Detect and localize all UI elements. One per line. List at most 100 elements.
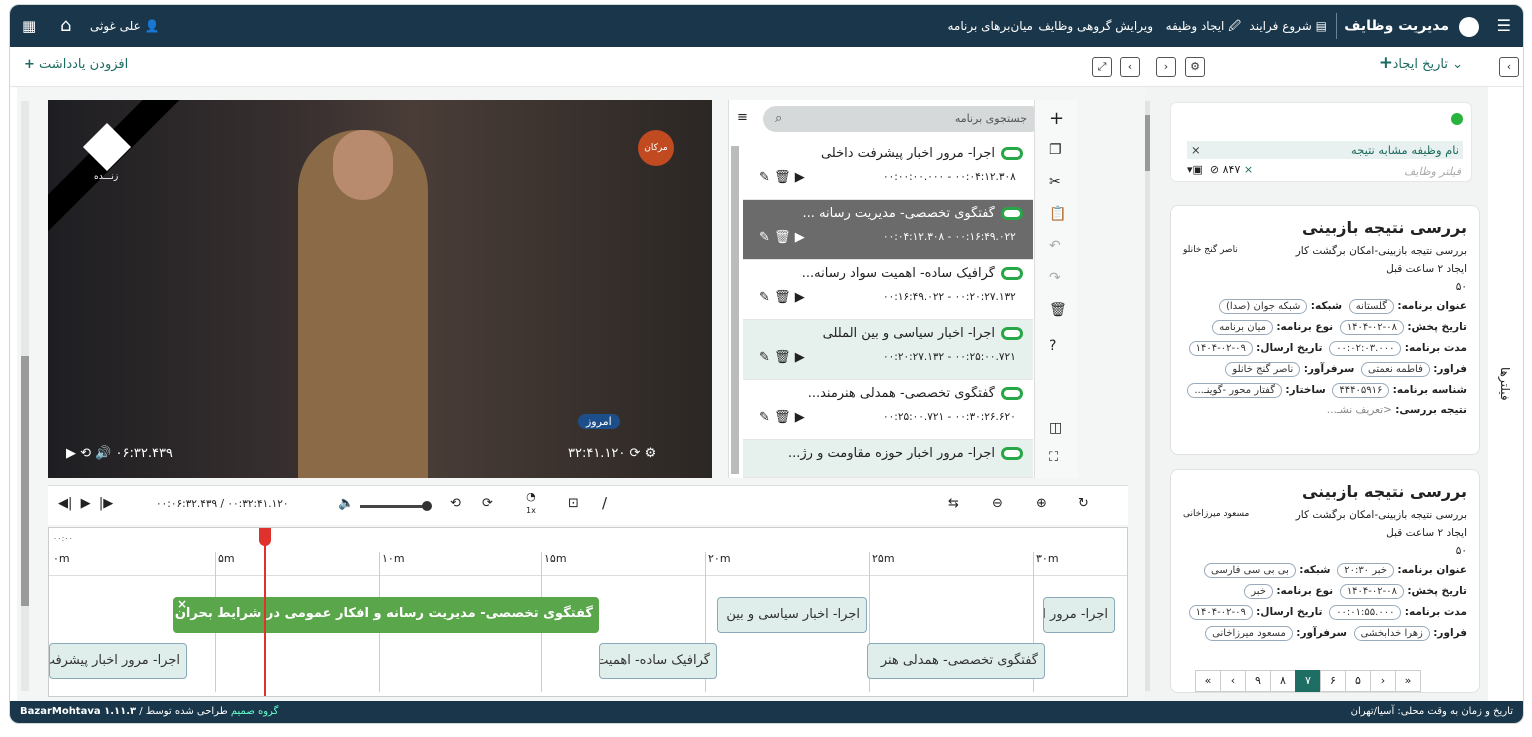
sort-dropdown[interactable]: ⌄ تاریخ ایجاد	[1393, 57, 1463, 72]
play-icon[interactable]: ▶	[795, 290, 805, 305]
page-prev[interactable]: ‹	[1220, 670, 1246, 692]
edit-icon[interactable]: ✎	[759, 350, 770, 365]
refresh-icon[interactable]: ↻	[1078, 496, 1089, 511]
edit-icon[interactable]: ✎	[759, 410, 770, 425]
timeline-segment[interactable]: گرافیک ساده- اهمیت	[599, 643, 717, 679]
timeline-segment[interactable]: گفتگوی تخصصی- همدلی هنر	[867, 643, 1045, 679]
trash-icon[interactable]: 🗑	[774, 290, 791, 305]
edit-icon[interactable]: ✎	[759, 230, 770, 245]
rewind-10-icon[interactable]: ⟲	[80, 446, 91, 461]
edit-icon[interactable]: ✎	[759, 290, 770, 305]
fullscreen-icon[interactable]: ⛶	[1049, 450, 1058, 465]
toggle[interactable]	[1001, 447, 1023, 460]
page-last[interactable]: »	[1395, 670, 1421, 692]
trash-icon[interactable]: 🗑	[774, 230, 791, 245]
user-menu[interactable]: 👤 علی غوثی	[90, 5, 160, 47]
clipboard-icon[interactable]: 📋	[1049, 206, 1066, 222]
trash-icon[interactable]: 🗑	[774, 350, 791, 365]
toggle[interactable]	[1001, 267, 1023, 280]
page-6[interactable]: ۶	[1320, 670, 1346, 692]
play-icon[interactable]: ▶	[795, 170, 805, 185]
list-item[interactable]: اجرا- اخبار سیاسی و بین المللی ۰۰:۲۰:۲۷.۱…	[743, 320, 1033, 380]
gear-icon[interactable]: ⚙	[1185, 57, 1205, 77]
plus-icon[interactable]: +	[1049, 108, 1064, 129]
fit-icon[interactable]: ⇆	[948, 496, 959, 511]
forward-10-icon[interactable]: ⟳	[630, 446, 641, 461]
list-item[interactable]: گرافیک ساده- اهمیت سواد رسانه... ۰۰:۱۶:۴۹…	[743, 260, 1033, 320]
rewind-icon[interactable]: ⟲	[450, 496, 461, 511]
play-icon[interactable]: ▶	[66, 446, 76, 461]
filter-icon[interactable]: ≡	[737, 110, 748, 125]
trash-icon[interactable]: 🗑	[1049, 302, 1067, 318]
timeline-segment-selected[interactable]: گفتگوی تخصصی- مدیریت رسانه و افکار عمومی…	[173, 597, 599, 633]
pen-icon[interactable]: ∕	[602, 494, 607, 512]
copy-icon[interactable]: ❐	[1049, 142, 1062, 158]
trash-icon[interactable]: 🗑	[774, 410, 791, 425]
volume-icon[interactable]: 🔊	[95, 446, 111, 461]
page-next[interactable]: ›	[1370, 670, 1396, 692]
edit-icon[interactable]: ✎	[759, 170, 770, 185]
page-first[interactable]: «	[1195, 670, 1221, 692]
gear-icon[interactable]: ⚙	[645, 446, 657, 461]
toggle[interactable]	[1001, 387, 1023, 400]
apps-grid-icon[interactable]: ▦	[22, 5, 36, 47]
home-icon[interactable]: ⌂	[60, 5, 71, 47]
volume-icon[interactable]: 🔈	[338, 496, 354, 511]
panel-icon[interactable]: ◫	[1049, 420, 1062, 436]
trash-icon[interactable]: 🗑	[774, 170, 791, 185]
timeline-segment[interactable]: اجرا- مرور ا	[1043, 597, 1115, 633]
zoom-in-icon[interactable]: ⊕	[1036, 496, 1047, 511]
search-input[interactable]: جستجوی برنامه ⌕	[763, 106, 1043, 132]
toggle[interactable]	[1001, 147, 1023, 160]
list-item[interactable]: اجرا- مرور اخبار پیشرفت داخلی ۰۰:۰۰:۰۰.۰۰…	[743, 140, 1033, 200]
page-7[interactable]: ۷	[1295, 670, 1321, 692]
list-item-selected[interactable]: گفتگوی تخصصی- مدیریت رسانه ... ۰۰:۰۴:۱۲.۳…	[743, 200, 1033, 260]
chevron-left-button[interactable]: ‹	[1120, 57, 1140, 77]
play-icon[interactable]: ▶	[795, 410, 805, 425]
task-card[interactable]: بررسی نتیجه بازبینی بررسی نتیجه بازبینی-…	[1170, 205, 1480, 455]
redo-icon[interactable]: ↷	[1049, 270, 1061, 286]
undo-icon[interactable]: ↶	[1049, 238, 1061, 254]
chevron-right-button[interactable]: ›	[1156, 57, 1176, 77]
crop-icon[interactable]: ⊡	[568, 496, 579, 511]
menu-create-task[interactable]: 🖉 ایجاد وظیفه	[1166, 5, 1241, 47]
filters-rail[interactable]: فیلترها	[1487, 87, 1523, 703]
scrollbar[interactable]	[21, 101, 29, 691]
toggle[interactable]	[1001, 207, 1023, 220]
page-8[interactable]: ۸	[1270, 670, 1296, 692]
close-icon[interactable]: ×	[177, 597, 187, 621]
scrollbar[interactable]	[731, 146, 739, 474]
add-icon[interactable]: +	[1379, 53, 1393, 73]
prev-frame-icon[interactable]: ◀|	[58, 496, 72, 511]
play-icon[interactable]: ▶	[795, 230, 805, 245]
toggle[interactable]	[1001, 327, 1023, 340]
filter-input[interactable]: فیلتر وظایف	[1404, 165, 1461, 178]
scissors-icon[interactable]: ✂	[1049, 174, 1061, 190]
speed-control[interactable]: ◔ 1x	[526, 490, 536, 516]
play-icon[interactable]: ▶	[795, 350, 805, 365]
timeline[interactable]: ۰۰:۰۰ ۰m ۵m ۱۰m ۱۵m ۲۰m ۲۵m ۳۰m گفتگوی ت…	[48, 527, 1128, 697]
timeline-segment[interactable]: اجرا- مرور اخبار پیشرفت	[49, 643, 187, 679]
clear-icon[interactable]: ×	[1244, 163, 1253, 176]
close-icon[interactable]: ×	[1191, 141, 1201, 159]
video-player[interactable]: زنـــده مرکان امروز ▶ ⟲ 🔊 ۰۶:۳۲.۴۳۹ ۳۲:۴…	[48, 100, 712, 478]
page-9[interactable]: ۹	[1245, 670, 1271, 692]
timeline-segment[interactable]: اجرا- اخبار سیاسی و بین	[717, 597, 867, 633]
help-icon[interactable]: ?	[1049, 338, 1056, 354]
menu-start-process[interactable]: ▤ شروع فرایند	[1249, 5, 1327, 47]
menu-batch-edit[interactable]: ویرایش گروهی وظایف	[1038, 5, 1153, 47]
collapse-right-button[interactable]: ‹	[1499, 57, 1519, 77]
expand-icon[interactable]: ⤢	[1092, 57, 1112, 77]
page-5[interactable]: ۵	[1345, 670, 1371, 692]
next-frame-icon[interactable]: |▶	[99, 496, 113, 511]
filter-tags[interactable]: نام وظیفه مشابه نتیجه ×	[1187, 141, 1463, 159]
menu-shortcuts[interactable]: میان‌برهای برنامه	[948, 5, 1034, 47]
volume-slider[interactable]	[360, 501, 432, 511]
list-item[interactable]: اجرا- مرور اخبار حوزه مقاومت و رژ...	[743, 440, 1033, 478]
add-note-button[interactable]: افزودن یادداشت +	[24, 57, 128, 72]
list-item[interactable]: گفتگوی تخصصی- همدلی هنرمند... ۰۰:۲۵:۰۰.۷۲…	[743, 380, 1033, 440]
play-icon[interactable]: ▶	[81, 496, 91, 511]
forward-icon[interactable]: ⟳	[482, 496, 493, 511]
task-card[interactable]: بررسی نتیجه بازبینی بررسی نتیجه بازبینی-…	[1170, 469, 1480, 693]
hamburger-icon[interactable]: ☰	[1497, 5, 1511, 47]
